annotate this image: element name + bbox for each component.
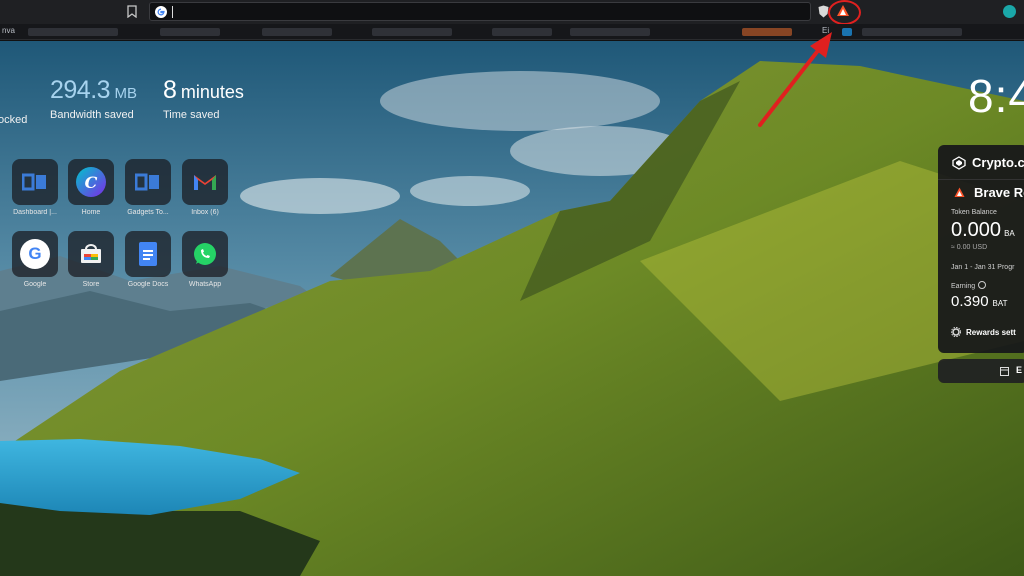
gadgets-logo-icon — [135, 173, 159, 191]
background-landscape-image — [0, 41, 1024, 576]
docs-icon — [139, 242, 157, 266]
tile-icon-box — [68, 231, 114, 277]
whatsapp-icon — [194, 243, 216, 265]
stat-unit: minutes — [180, 82, 244, 102]
rewards-widget-title: Brave Re — [974, 185, 1024, 200]
top-site-tile[interactable]: Inbox (6) — [182, 159, 228, 216]
footer-label: E — [1016, 365, 1023, 375]
tile-caption: Google Docs — [127, 281, 169, 288]
tile-icon-box — [182, 159, 228, 205]
top-site-tile[interactable]: Google Docs — [125, 231, 171, 288]
bookmark-item[interactable] — [28, 28, 118, 36]
stat-label: Bandwidth saved — [50, 109, 134, 121]
store-icon — [81, 244, 101, 263]
tile-caption: Google — [23, 281, 47, 288]
stat-label: Time saved — [163, 109, 220, 121]
tile-icon-box: C — [68, 159, 114, 205]
balance-unit: BA — [1004, 229, 1015, 238]
gmail-icon — [194, 175, 216, 190]
profile-avatar-icon[interactable] — [1003, 5, 1016, 18]
address-bar[interactable] — [149, 2, 811, 21]
stat-bandwidth-saved: 294.3 MB Bandwidth saved — [50, 76, 137, 121]
bookmark-item[interactable] — [570, 28, 650, 36]
tile-caption: Home — [81, 209, 101, 216]
canva-logo-icon: C — [76, 167, 106, 197]
brave-rewards-widget: Crypto.c Brave Re Token Balance 0.000BA … — [938, 145, 1024, 353]
text-cursor — [172, 6, 173, 18]
bookmark-item[interactable] — [262, 28, 332, 36]
google-search-icon — [155, 6, 167, 18]
balance-number: 0.000 — [951, 219, 1002, 241]
top-site-tile[interactable]: G Google — [12, 231, 58, 288]
stat-label: ocked — [0, 114, 28, 126]
bookmark-icon[interactable] — [127, 5, 137, 18]
tile-icon-box — [182, 231, 228, 277]
stat-trackers-blocked: ocked — [0, 76, 27, 126]
google-icon: G — [20, 239, 50, 269]
top-site-tile[interactable]: C Home — [68, 159, 114, 216]
top-site-tile[interactable]: WhatsApp — [182, 231, 228, 288]
bookmark-item[interactable] — [492, 28, 552, 36]
tile-caption: Store — [82, 281, 100, 288]
gadgets-logo-icon — [22, 173, 46, 191]
tile-caption: WhatsApp — [188, 281, 222, 288]
rewards-settings-link[interactable]: Rewards sett — [966, 328, 1016, 337]
annotation-arrow-icon — [758, 32, 832, 127]
bookmark-item[interactable] — [862, 28, 962, 36]
usd-value: ≈ 0.00 USD — [951, 244, 988, 251]
stat-value: 294.3 — [50, 76, 111, 104]
stat-unit: MB — [114, 85, 138, 102]
top-site-tile[interactable]: Store — [68, 231, 114, 288]
clock: 8:4 — [968, 70, 1024, 122]
tile-icon-box — [125, 231, 171, 277]
bookmarks-bar: nva Ei — [0, 24, 1024, 40]
info-icon[interactable] — [978, 281, 987, 289]
earning-value: 0.390 BAT — [951, 293, 1008, 310]
stat-value: 8 — [163, 76, 177, 104]
stat-time-saved: 8 minutes Time saved — [163, 76, 244, 121]
tile-caption: Inbox (6) — [191, 209, 219, 216]
gear-icon — [951, 327, 961, 337]
top-site-tile[interactable]: Gadgets To... — [125, 159, 171, 216]
new-tab-page: ocked 294.3 MB Bandwidth saved 8 minutes… — [0, 41, 1024, 576]
earning-unit: BAT — [992, 299, 1008, 308]
token-balance-label: Token Balance — [951, 209, 997, 216]
balance-value: 0.000 BA — [951, 219, 1015, 242]
tile-caption: Dashboard |... — [13, 209, 57, 216]
bookmark-item[interactable] — [160, 28, 220, 36]
tile-icon-box — [125, 159, 171, 205]
top-site-tile[interactable]: Dashboard |... — [12, 159, 58, 216]
crypto-com-icon — [952, 156, 966, 170]
bookmark-label[interactable]: nva — [2, 26, 15, 35]
browser-toolbar — [0, 0, 1024, 25]
earning-label: Earning — [951, 281, 987, 290]
divider — [938, 179, 1024, 180]
bat-icon — [954, 187, 965, 197]
tile-icon-box: G — [12, 231, 58, 277]
reward-period: Jan 1 - Jan 31 Progr — [951, 264, 1015, 271]
calendar-icon — [1000, 367, 1009, 376]
tile-caption: Gadgets To... — [127, 209, 169, 216]
crypto-widget-title[interactable]: Crypto.c — [972, 155, 1024, 170]
bookmark-item[interactable] — [372, 28, 452, 36]
widget-footer-button[interactable]: E — [938, 359, 1024, 383]
tile-icon-box — [12, 159, 58, 205]
